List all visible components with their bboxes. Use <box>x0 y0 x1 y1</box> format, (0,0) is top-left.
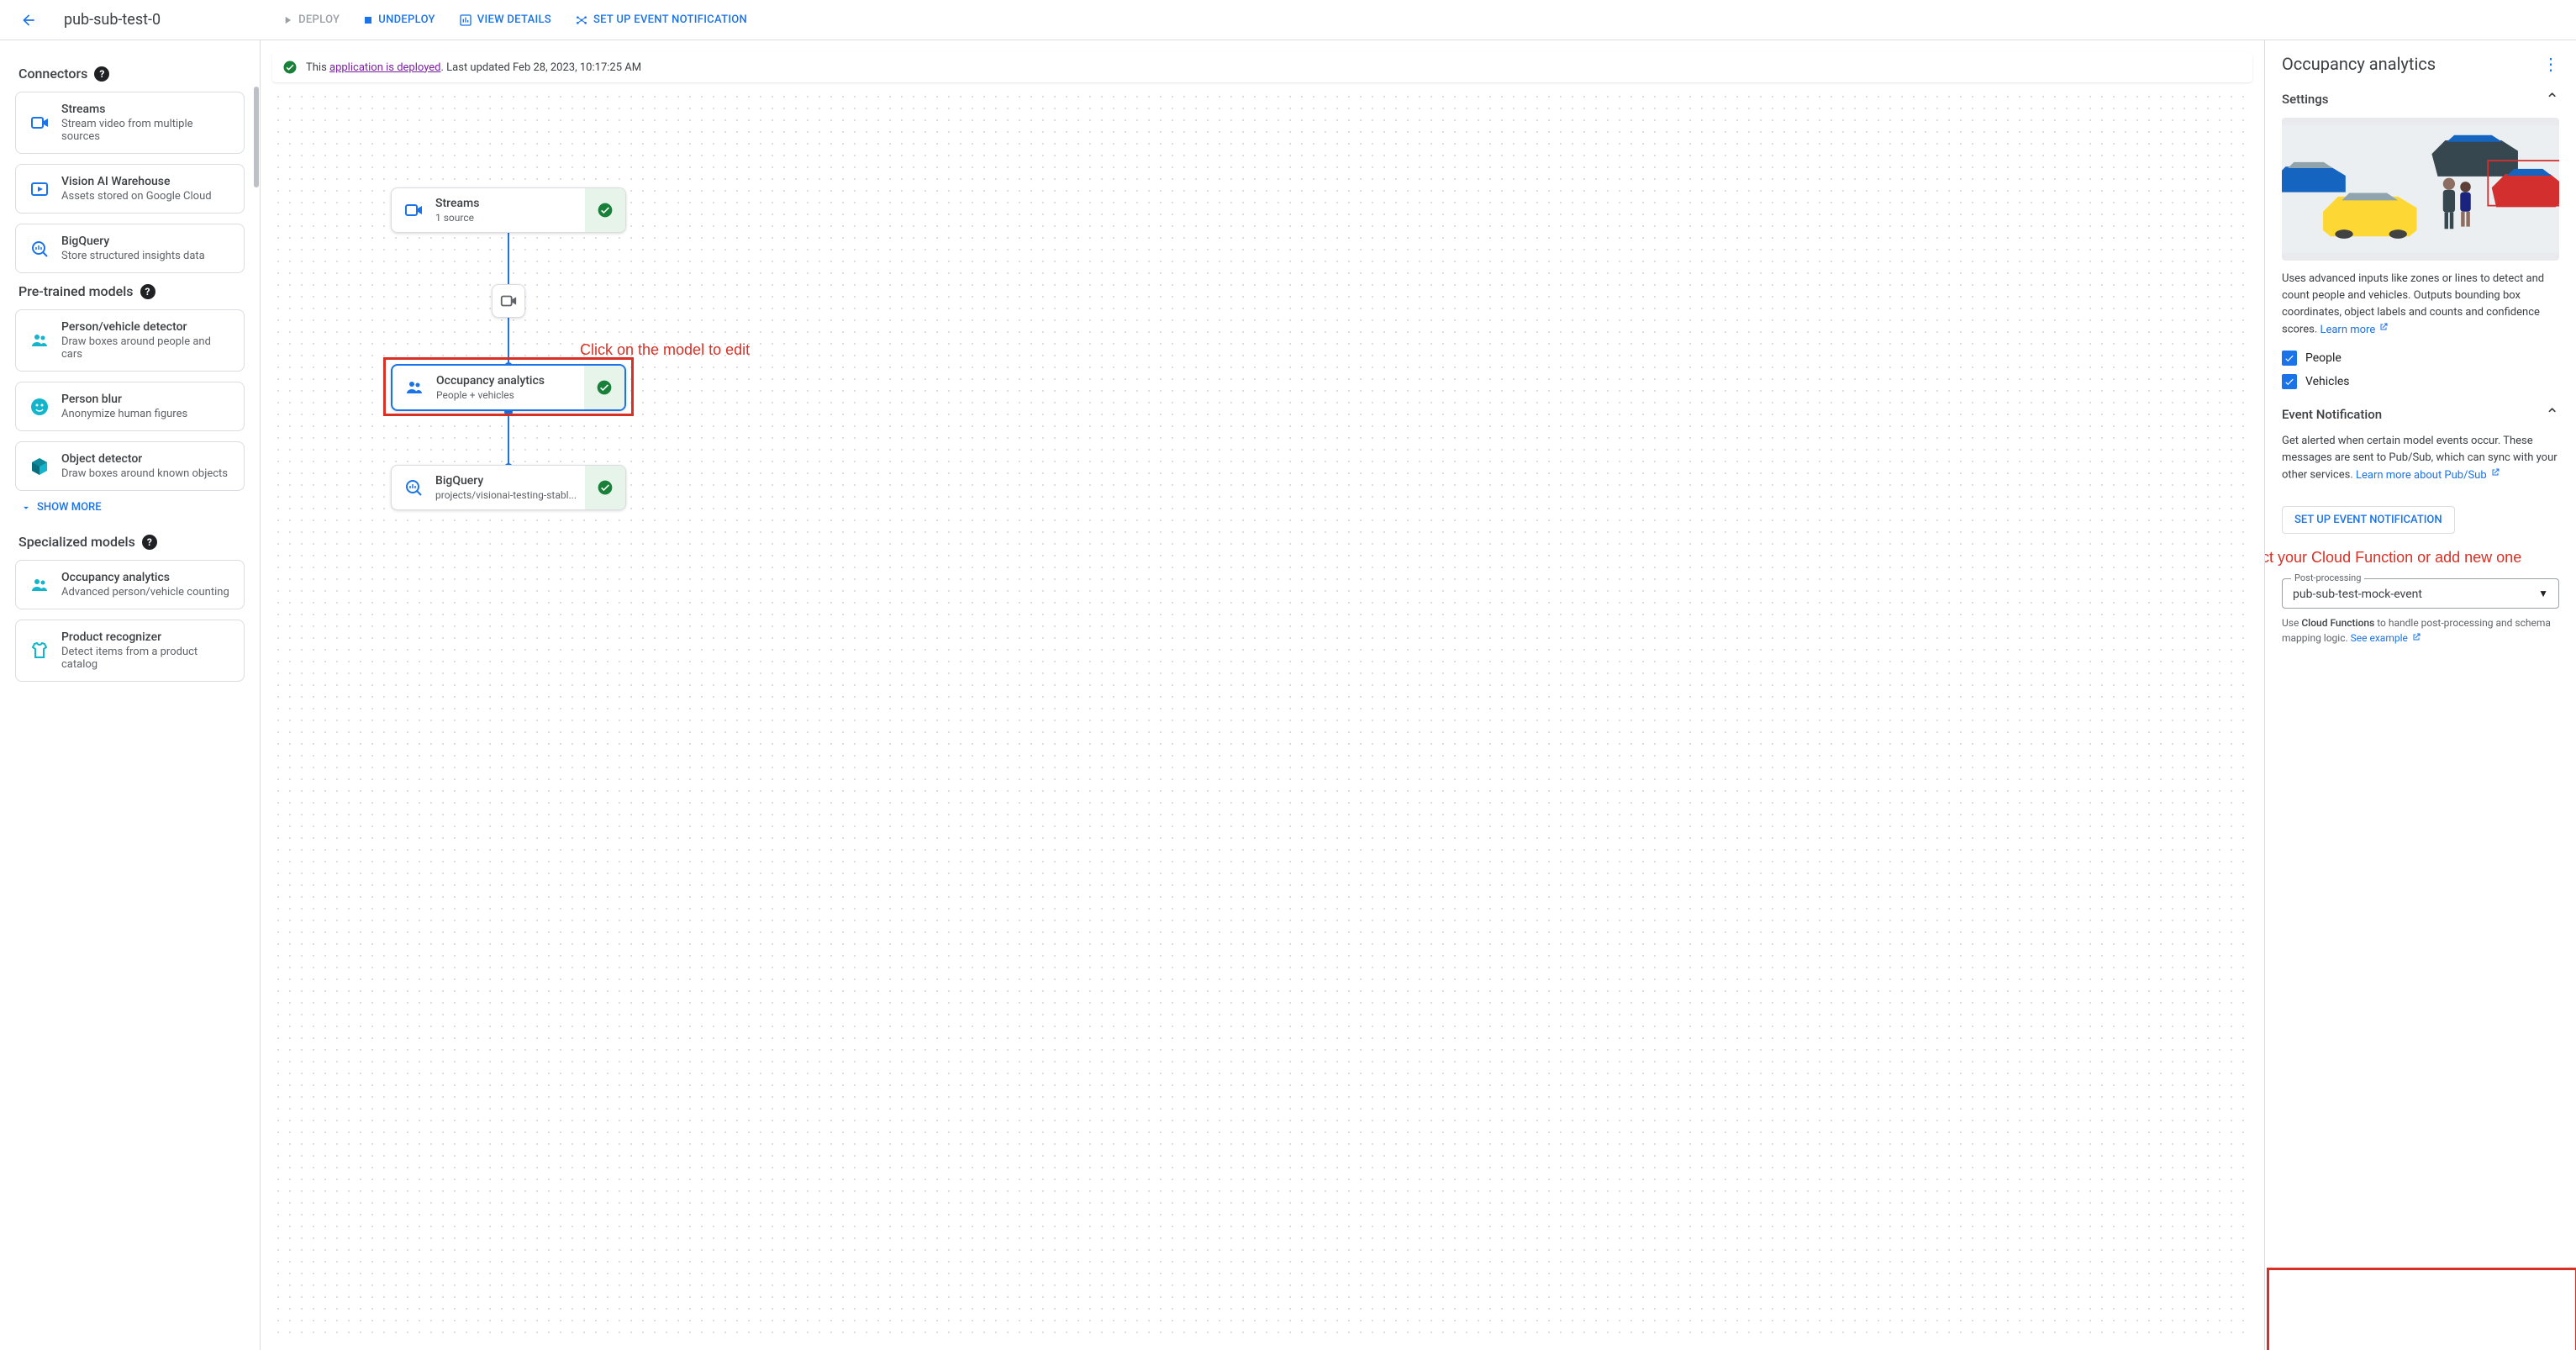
model-person-vehicle-detector[interactable]: Person/vehicle detectorDraw boxes around… <box>15 309 245 372</box>
checkbox-vehicles[interactable]: Vehicles <box>2282 374 2559 389</box>
people-icon <box>28 329 51 352</box>
post-processing-hint: Use Cloud Functions to handle post-proce… <box>2282 615 2559 646</box>
model-person-blur[interactable]: Person blurAnonymize human figures <box>15 382 245 431</box>
view-details-button[interactable]: VIEW DETAILS <box>459 13 551 27</box>
section-pretrained: Pre-trained models ? <box>18 283 245 299</box>
node-streams[interactable]: Streams1 source <box>391 187 626 233</box>
show-more-button[interactable]: SHOW MORE <box>20 501 245 514</box>
check-circle-icon <box>282 60 298 75</box>
node-occupancy-analytics[interactable]: Occupancy analyticsPeople + vehicles <box>391 364 626 411</box>
details-panel: Occupancy analytics ⋮ Settings ⌃ <box>2265 40 2576 1350</box>
connector-streams[interactable]: StreamsStream video from multiple source… <box>15 92 245 154</box>
face-icon <box>28 395 51 419</box>
help-icon[interactable]: ? <box>142 535 157 550</box>
node-bigquery[interactable]: BigQueryprojects/visionai-testing-stabl.… <box>391 465 626 510</box>
chevron-up-icon: ⌃ <box>2545 404 2559 425</box>
cube-icon <box>28 455 51 478</box>
annotation-box-postprocessing <box>2267 1268 2576 1350</box>
dropdown-caret-icon: ▼ <box>2538 588 2548 599</box>
annotation-text-edit-model: Click on the model to edit <box>580 341 750 359</box>
connector-bigquery[interactable]: BigQueryStore structured insights data <box>15 224 245 273</box>
video-icon <box>28 111 51 134</box>
deployment-status-link[interactable]: application is deployed <box>329 61 441 74</box>
deploy-button: DEPLOY <box>282 13 340 27</box>
model-object-detector[interactable]: Object detectorDraw boxes around known o… <box>15 441 245 491</box>
page-title: pub-sub-test-0 <box>64 11 161 29</box>
setup-event-button[interactable]: SET UP EVENT NOTIFICATION <box>2282 506 2455 534</box>
scrollbar-thumb[interactable] <box>254 87 259 187</box>
see-example-link[interactable]: See example <box>2351 632 2421 644</box>
section-connectors: Connectors ? <box>18 66 245 82</box>
learn-more-link[interactable]: Learn more <box>2320 324 2389 336</box>
bigquery-icon <box>392 477 435 498</box>
undeploy-button[interactable]: UNDEPLOY <box>363 13 435 27</box>
panel-title: Occupancy analytics <box>2282 54 2436 74</box>
more-menu-button[interactable]: ⋮ <box>2542 54 2559 74</box>
deployment-status: This application is deployed. Last updat… <box>272 52 2252 82</box>
external-link-icon <box>2378 321 2389 338</box>
hero-image <box>2282 118 2559 261</box>
section-specialized: Specialized models ? <box>18 534 245 550</box>
people-icon <box>392 377 436 398</box>
people-icon <box>28 573 51 597</box>
node-status-ok <box>584 366 624 409</box>
event-section-toggle[interactable]: Event Notification ⌃ <box>2282 404 2559 425</box>
bigquery-icon <box>28 237 51 261</box>
graph-canvas[interactable]: This application is deployed. Last updat… <box>261 40 2265 1350</box>
external-link-icon <box>2411 631 2421 646</box>
setup-event-notification-button[interactable]: SET UP EVENT NOTIFICATION <box>575 13 747 27</box>
sidebar: Connectors ? StreamsStream video from mu… <box>0 40 261 1350</box>
node-status-ok <box>585 466 625 509</box>
settings-section-toggle[interactable]: Settings ⌃ <box>2282 89 2559 109</box>
external-link-icon <box>2490 467 2500 483</box>
play-box-icon <box>28 177 51 201</box>
model-occupancy-analytics[interactable]: Occupancy analyticsAdvanced person/vehic… <box>15 560 245 609</box>
help-icon[interactable]: ? <box>140 284 155 299</box>
node-status-ok <box>585 188 625 232</box>
help-icon[interactable]: ? <box>94 66 109 82</box>
settings-description: Uses advanced inputs like zones or lines… <box>2282 271 2559 339</box>
node-camera[interactable] <box>492 284 525 318</box>
back-button[interactable] <box>13 5 44 35</box>
shirt-icon <box>28 639 51 662</box>
learn-pubsub-link[interactable]: Learn more about Pub/Sub <box>2356 469 2500 482</box>
annotation-text-select-cf: Select your Cloud Function or add new on… <box>2265 549 2509 567</box>
video-icon <box>392 200 435 220</box>
chevron-up-icon: ⌃ <box>2545 89 2559 109</box>
event-description: Get alerted when certain model events oc… <box>2282 433 2559 484</box>
post-processing-select[interactable]: Post-processing pub-sub-test-mock-event … <box>2282 578 2559 609</box>
checkbox-people[interactable]: People <box>2282 351 2559 366</box>
connector-warehouse[interactable]: Vision AI WarehouseAssets stored on Goog… <box>15 164 245 214</box>
model-product-recognizer[interactable]: Product recognizerDetect items from a pr… <box>15 620 245 682</box>
